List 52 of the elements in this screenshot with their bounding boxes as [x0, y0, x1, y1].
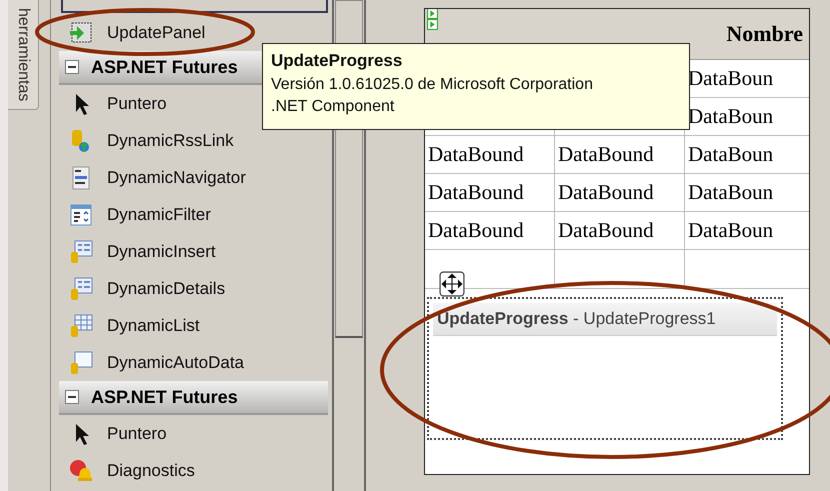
smart-tag-icon[interactable] [427, 9, 438, 19]
table-cell: DataBoun [688, 218, 774, 243]
table-cell: DataBoun [688, 180, 774, 205]
toolbox-tab[interactable]: herramientas [8, 0, 39, 110]
update-panel-icon [69, 20, 93, 44]
database-form-icon [69, 276, 93, 300]
update-progress-control[interactable]: UpdateProgress - UpdateProgress1 [427, 297, 783, 440]
item-label: DynamicInsert [107, 242, 216, 262]
item-label: DynamicFilter [107, 204, 211, 224]
item-label: Puntero [107, 424, 167, 444]
category-label: ASP.NET Futures [91, 386, 238, 408]
item-label: UpdatePanel [107, 22, 206, 42]
column-header: Nombre [726, 21, 803, 47]
collapse-icon[interactable] [65, 60, 79, 74]
toolbox-item[interactable]: DynamicRssLink [59, 122, 332, 159]
tooltip-text: .NET Component [271, 97, 396, 117]
table-cell: DataBound [558, 218, 654, 243]
item-label: DynamicAutoData [107, 352, 244, 372]
bell-alert-icon [69, 458, 93, 482]
item-label: DynamicDetails [107, 278, 226, 298]
toolbox-item[interactable]: DynamicNavigator [59, 159, 332, 196]
table-cell: DataBound [558, 180, 654, 205]
toolbox-item[interactable]: Diagnostics [59, 452, 332, 489]
toolbox-item[interactable]: DynamicFilter [59, 196, 332, 233]
database-form-icon [69, 240, 93, 264]
item-label: Puntero [107, 94, 167, 114]
collapse-icon[interactable] [65, 390, 79, 404]
item-label: DynamicList [107, 316, 200, 336]
toolbox-item[interactable]: UpdatePanel [59, 14, 332, 51]
table-cell: DataBound [558, 142, 654, 167]
table-cell: DataBoun [688, 104, 774, 129]
table-cell: DataBoun [688, 142, 774, 167]
toolbox-item[interactable]: DynamicDetails [59, 270, 332, 307]
toolbox-item[interactable]: DynamicAutoData [59, 344, 332, 381]
toolbox-category-header[interactable]: ASP.NET Futures [59, 381, 328, 415]
database-table-icon [69, 314, 93, 338]
move-handle-icon[interactable] [439, 271, 465, 297]
item-label: DynamicNavigator [107, 168, 246, 188]
category-label: ASP.NET Futures [91, 56, 238, 78]
toolbox-item[interactable]: DynamicInsert [59, 233, 332, 270]
database-window-icon [69, 350, 93, 374]
filter-list-icon [69, 202, 93, 226]
table-cell: DataBoun [688, 66, 774, 91]
table-cell: DataBound [428, 142, 524, 167]
table-cell: DataBound [428, 218, 524, 243]
item-label: Diagnostics [107, 460, 195, 480]
smart-tag-icon[interactable] [427, 19, 438, 30]
item-label: DynamicRssLink [107, 130, 234, 150]
toolbox-item[interactable]: DynamicList [59, 307, 332, 344]
control-label: UpdateProgress - UpdateProgress1 [433, 303, 777, 336]
table-cell: DataBound [428, 180, 524, 205]
toolbox-item[interactable]: Puntero [59, 415, 332, 452]
